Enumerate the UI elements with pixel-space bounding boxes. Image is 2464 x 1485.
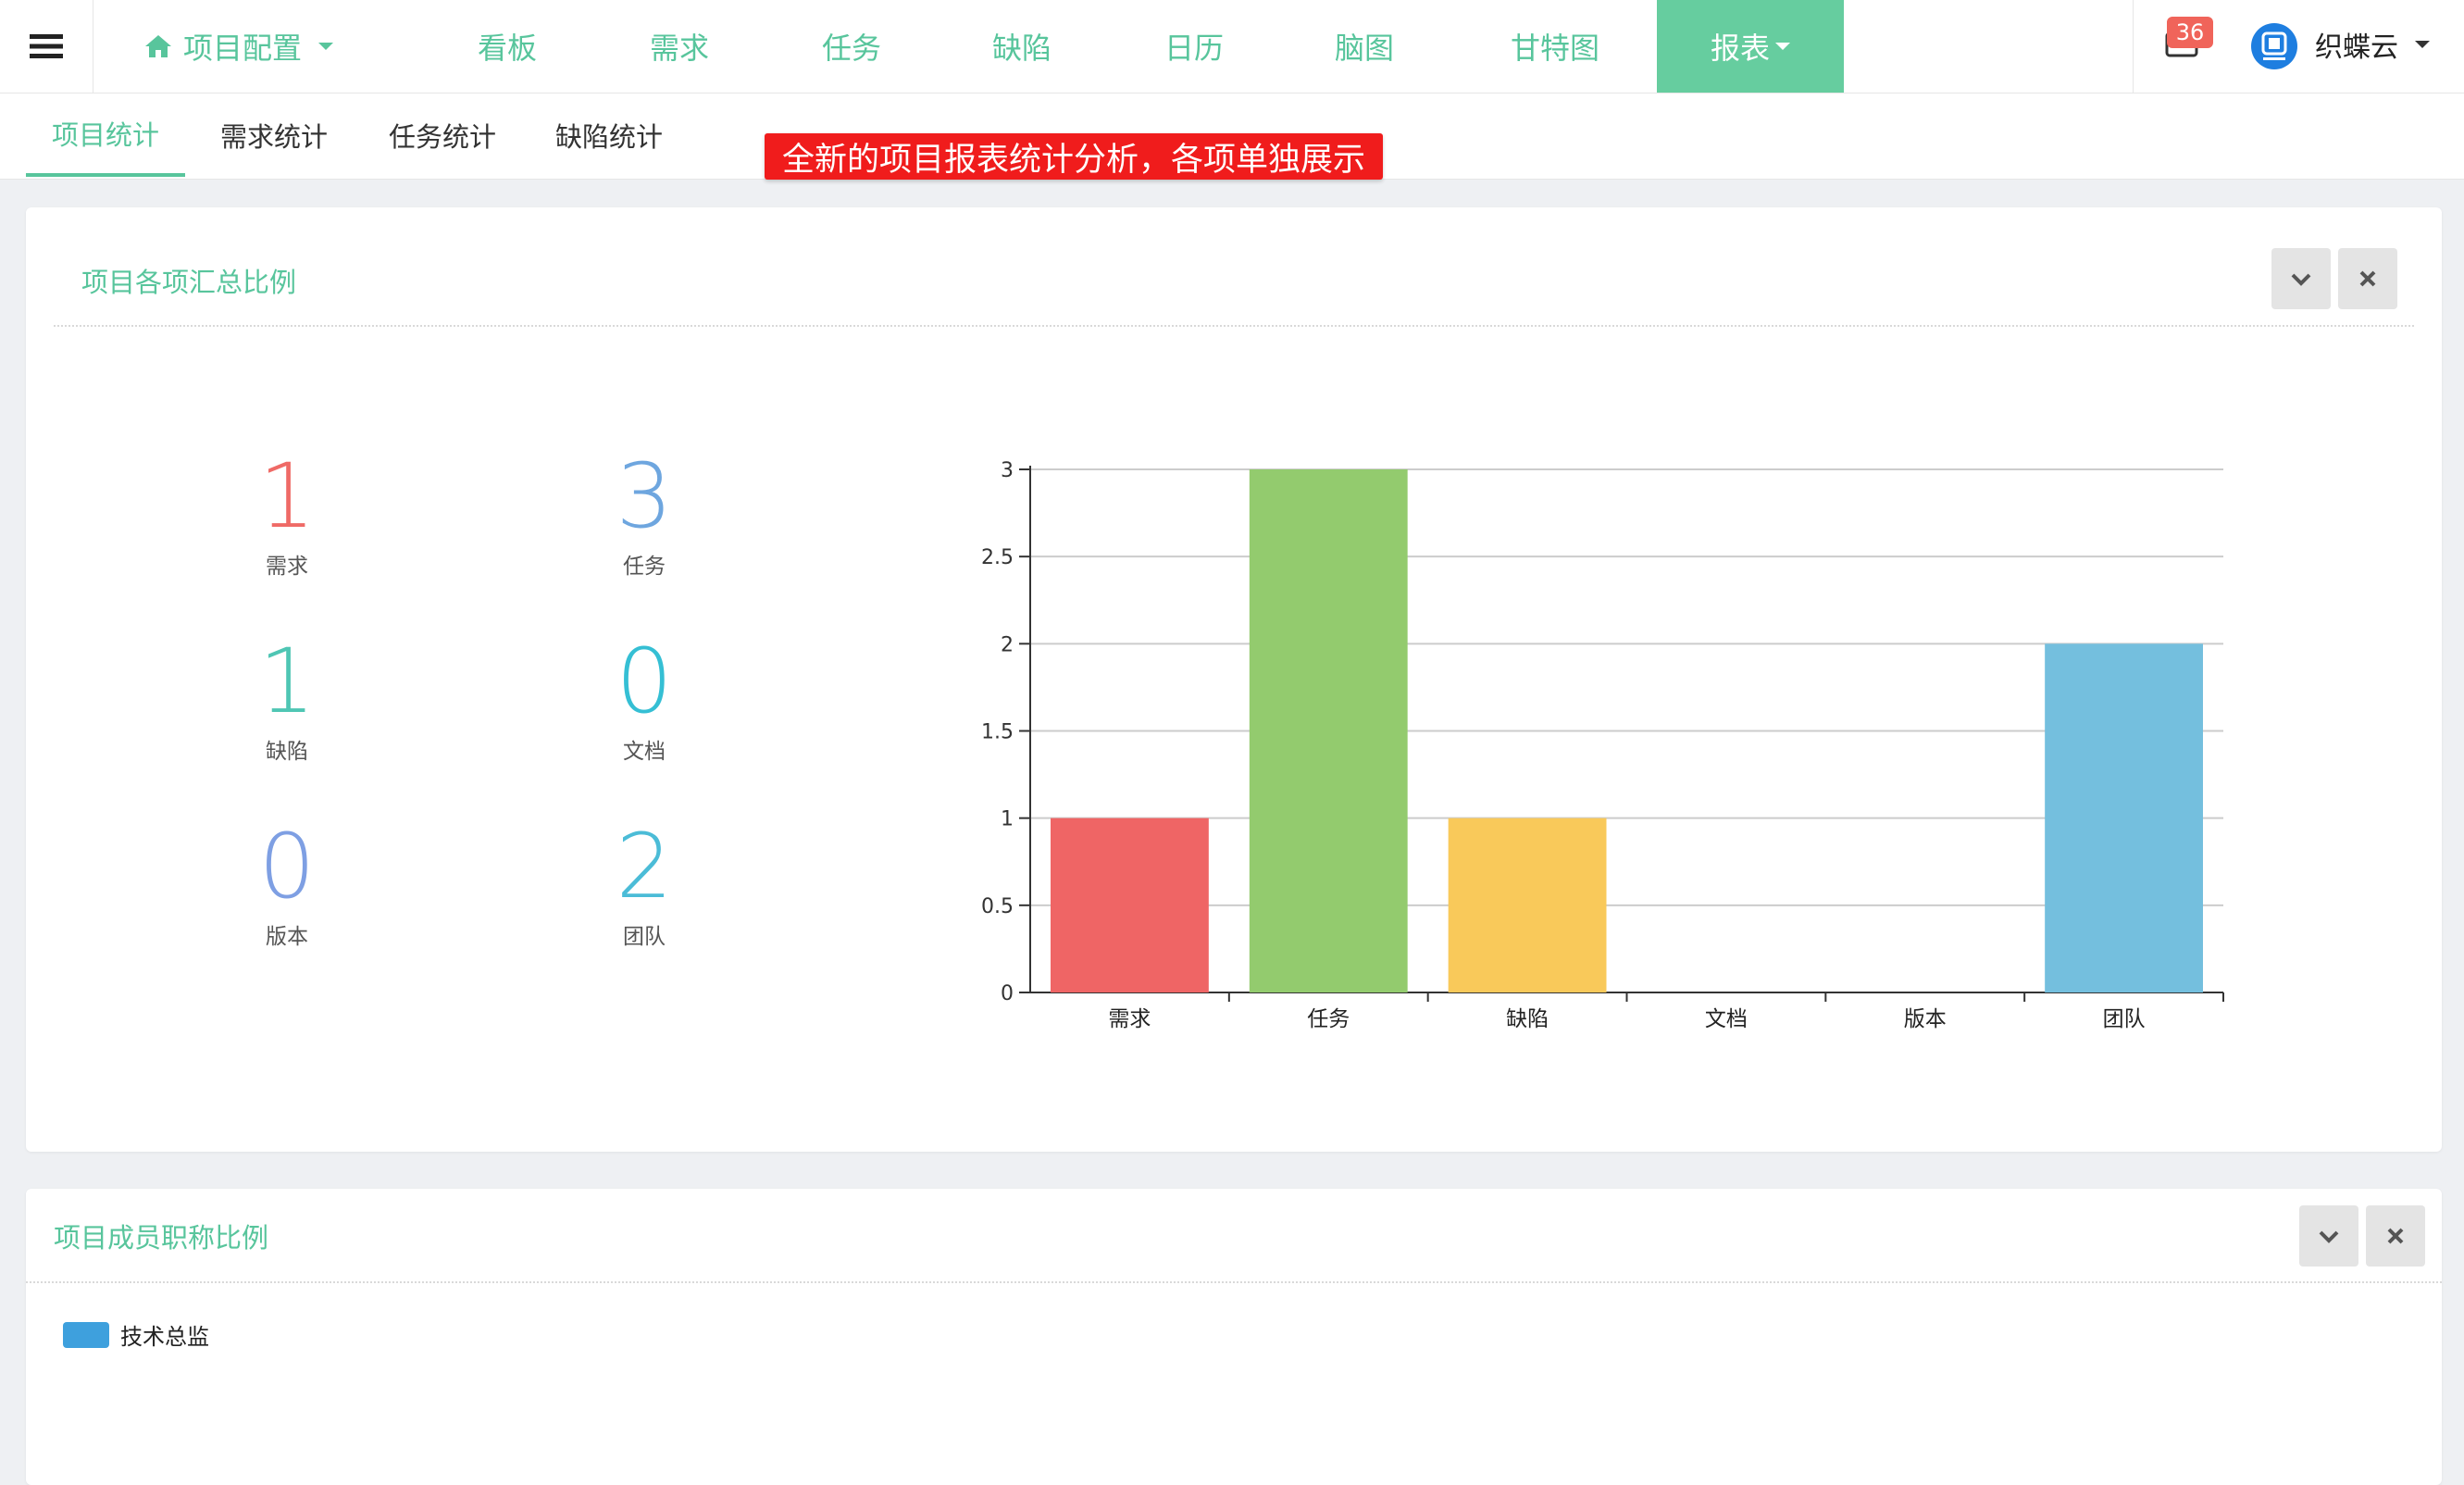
bar-1 bbox=[1249, 469, 1408, 992]
nav-gantt[interactable]: 甘特图 bbox=[1481, 0, 1629, 93]
top-navbar: 项目配置 看板 需求 任务 缺陷 日历 脑图 甘特图 报表 36 织蝶云 bbox=[0, 0, 2464, 94]
x-tick-label: 缺陷 bbox=[1506, 1007, 1549, 1031]
avatar[interactable] bbox=[2250, 22, 2298, 70]
bar-0 bbox=[1051, 817, 1209, 992]
legend-label: 技术总监 bbox=[120, 1324, 209, 1350]
y-tick-label: 1 bbox=[1001, 808, 1014, 831]
nav-report[interactable]: 报表 bbox=[1657, 0, 1844, 93]
legend-swatch bbox=[63, 1321, 109, 1348]
chevron-down-icon bbox=[1775, 43, 1790, 50]
x-tick-label: 版本 bbox=[1904, 1007, 1947, 1031]
y-tick-label: 1.5 bbox=[981, 721, 1014, 744]
divider bbox=[26, 1281, 2442, 1283]
x-tick-label: 文档 bbox=[1705, 1007, 1748, 1031]
tab-task-stats[interactable]: 任务统计 bbox=[363, 94, 522, 177]
y-tick-label: 3 bbox=[1001, 459, 1014, 482]
x-tick-label: 团队 bbox=[2103, 1007, 2146, 1031]
close-icon bbox=[2387, 1228, 2404, 1244]
y-tick-label: 2.5 bbox=[981, 546, 1014, 569]
collapse-button[interactable] bbox=[2299, 1205, 2358, 1267]
project-config-label: 项目配置 bbox=[183, 31, 303, 66]
notification-badge: 36 bbox=[2167, 17, 2213, 48]
nav-requirements[interactable]: 需求 bbox=[624, 0, 735, 93]
tab-project-stats[interactable]: 项目统计 bbox=[26, 94, 185, 177]
nav-tasks[interactable]: 任务 bbox=[796, 0, 907, 93]
member-title-panel: 项目成员职称比例 技术总监 bbox=[26, 1189, 2442, 1485]
nav-mindmap[interactable]: 脑图 bbox=[1309, 0, 1420, 93]
x-tick-label: 任务 bbox=[1307, 1007, 1350, 1031]
promo-banner: 全新的项目报表统计分析，各项单独展示 bbox=[765, 133, 1383, 180]
chevron-down-icon[interactable] bbox=[2415, 41, 2430, 48]
x-tick-label: 需求 bbox=[1108, 1007, 1151, 1031]
username[interactable]: 织蝶云 bbox=[2315, 24, 2398, 65]
bar-2 bbox=[1448, 817, 1607, 992]
nav-kanban[interactable]: 看板 bbox=[452, 0, 563, 93]
chevron-down-icon bbox=[318, 43, 334, 50]
user-area: 36 织蝶云 bbox=[2133, 0, 2464, 93]
y-tick-label: 0 bbox=[1001, 982, 1014, 1005]
bar-5 bbox=[2045, 643, 2203, 992]
summary-panel: 项目各项汇总比例 1 需求 3 任务 1 缺陷 0 文档 0 版本 2 团队 0… bbox=[26, 207, 2442, 1152]
home-icon bbox=[145, 35, 171, 57]
menu-toggle-button[interactable] bbox=[0, 0, 93, 93]
bar-chart: 0 0.5 1 1.5 2 2.5 3 需求 任务 缺陷 文档 版本 团队 bbox=[981, 459, 2224, 1031]
nav-defects[interactable]: 缺陷 bbox=[966, 0, 1077, 93]
close-button[interactable] bbox=[2366, 1205, 2425, 1267]
hamburger-icon bbox=[30, 34, 63, 58]
nav-report-label: 报表 bbox=[1710, 31, 1770, 66]
panel-title: 项目成员职称比例 bbox=[54, 1222, 269, 1254]
tab-requirement-stats[interactable]: 需求统计 bbox=[194, 94, 354, 177]
y-tick-label: 2 bbox=[1001, 633, 1014, 656]
nav-calendar[interactable]: 日历 bbox=[1139, 0, 1250, 93]
tab-defect-stats[interactable]: 缺陷统计 bbox=[529, 94, 689, 177]
y-tick-label: 0.5 bbox=[981, 895, 1014, 918]
legend-item[interactable]: 技术总监 bbox=[63, 1318, 209, 1351]
project-config-dropdown[interactable]: 项目配置 bbox=[144, 0, 334, 93]
chevron-down-icon bbox=[2319, 1230, 2339, 1243]
